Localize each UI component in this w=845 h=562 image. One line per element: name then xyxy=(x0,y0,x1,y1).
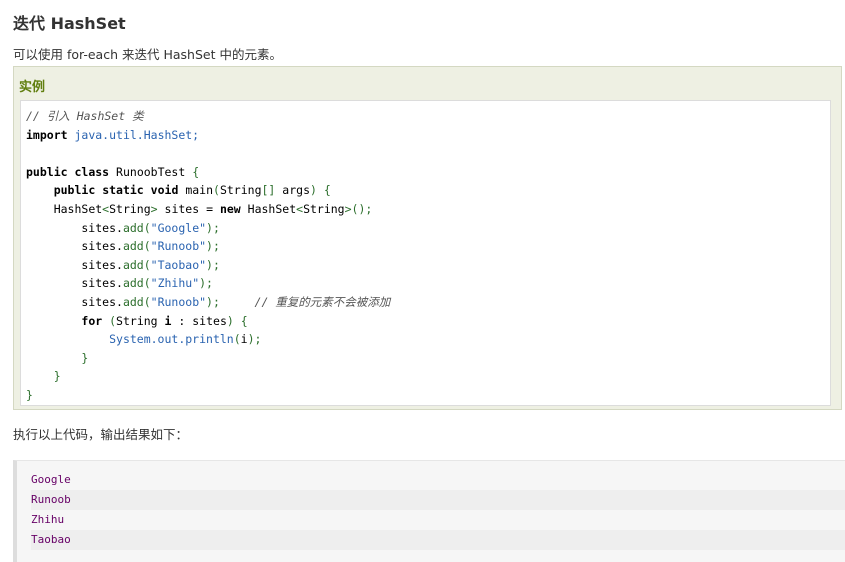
output-line: Taobao xyxy=(31,530,845,550)
code-param: args xyxy=(282,183,310,198)
code-string: "Taobao" xyxy=(150,257,207,272)
code-method: main xyxy=(185,183,214,198)
code-keyword: public xyxy=(26,164,68,179)
code-keyword: class xyxy=(74,164,110,179)
output-line: Zhihu xyxy=(31,513,65,526)
code-string: "Zhihu" xyxy=(150,276,200,291)
code-comment: // 引入 HashSet 类 xyxy=(26,109,144,123)
example-title: 实例 xyxy=(19,80,46,95)
code-call: System.out.println xyxy=(109,332,234,347)
code-var: sites xyxy=(164,201,200,216)
code-keyword: import xyxy=(26,127,68,142)
output-block: Google Runoob Zhihu Taobao xyxy=(13,460,845,562)
code-content: // 引入 HashSet 类 import java.util.HashSet… xyxy=(26,109,391,402)
code-var: sites xyxy=(192,313,227,328)
code-type: String xyxy=(116,313,158,328)
code-string: "Google" xyxy=(150,220,207,235)
example-box: 实例 // 引入 HashSet 类 import java.util.Hash… xyxy=(13,66,842,410)
intro-text: 可以使用 for-each 来迭代 HashSet 中的元素。 xyxy=(13,47,282,62)
code-type: String xyxy=(303,201,345,216)
exec-result-text: 执行以上代码，输出结果如下： xyxy=(13,427,189,442)
output-line: Runoob xyxy=(31,490,845,510)
output-line: Google xyxy=(31,473,71,486)
code-var: i xyxy=(164,313,172,328)
code-keyword: static xyxy=(102,183,144,198)
code-type: String xyxy=(219,183,262,198)
code-type: HashSet xyxy=(53,201,103,216)
code-keyword: void xyxy=(150,183,179,198)
code-package: java.util.HashSet; xyxy=(74,127,200,142)
code-var: i xyxy=(240,332,248,347)
section-heading: 迭代 HashSet xyxy=(13,14,126,33)
code-string: "Runoob" xyxy=(150,239,207,254)
code-string: "Runoob" xyxy=(150,294,207,309)
code-comment: // 重复的元素不会被添加 xyxy=(254,294,391,309)
code-keyword: new xyxy=(219,201,241,216)
code-keyword: public xyxy=(53,183,96,198)
code-keyword: for xyxy=(81,313,103,328)
code-type: HashSet xyxy=(247,201,297,216)
code-block: // 引入 HashSet 类 import java.util.HashSet… xyxy=(20,100,831,406)
code-type: String xyxy=(109,201,151,216)
code-class-name: RunoobTest xyxy=(116,164,186,179)
